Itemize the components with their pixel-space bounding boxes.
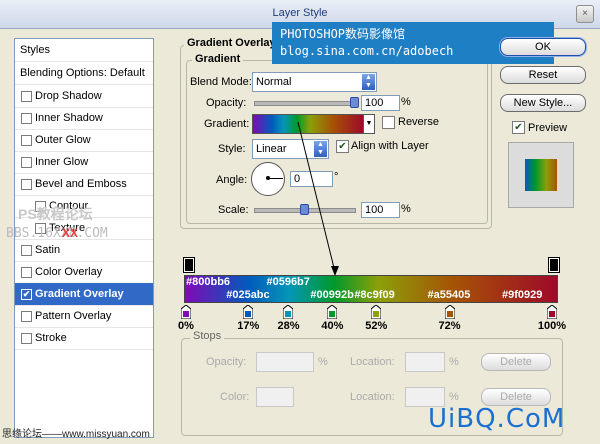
stop-opacity-input[interactable]	[256, 352, 314, 372]
stop-opacity-label: Opacity:	[206, 356, 247, 368]
delete-opacity-stop-button[interactable]: Delete	[481, 353, 551, 371]
stop-location-input[interactable]	[405, 352, 445, 372]
stop-location-label: Location:	[350, 356, 395, 368]
stop-color-location-unit: %	[449, 391, 459, 403]
watermark-bottom-right: UiBQ.CoM	[428, 404, 566, 434]
stop-color-location-label: Location:	[350, 391, 395, 403]
stops-title: Stops	[190, 330, 225, 342]
stop-location-unit: %	[449, 356, 459, 368]
stop-color-label: Color:	[220, 391, 250, 403]
stop-color-swatch[interactable]	[256, 387, 294, 407]
stop-opacity-unit: %	[318, 356, 328, 368]
watermark-bottom-left: 思缘论坛——www.missyuan.com	[2, 429, 150, 440]
